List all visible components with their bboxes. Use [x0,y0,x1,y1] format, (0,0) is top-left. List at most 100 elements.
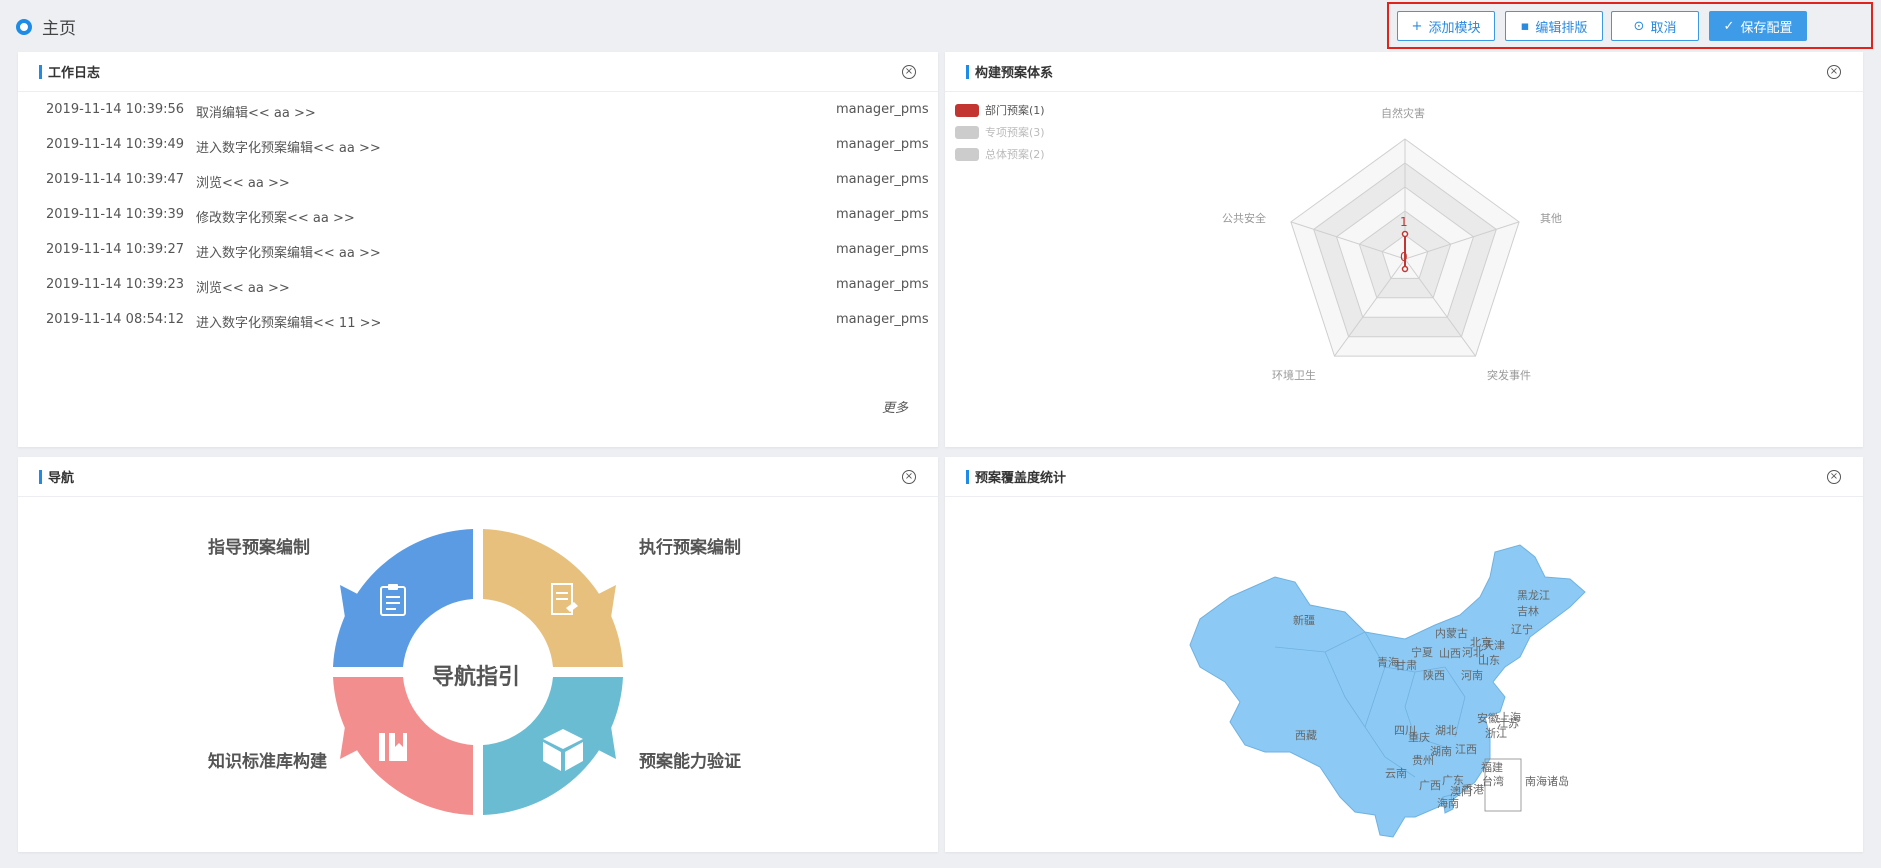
log-action[interactable]: 进入数字化预案编辑<< 11 >> [196,312,696,331]
log-action[interactable]: 浏览<< aa >> [196,277,696,296]
province-label[interactable]: 吉林 [1517,603,1539,619]
edit-layout-label: 编辑排版 [1535,20,1588,36]
province-label[interactable]: 安徽 [1477,710,1499,726]
layout-icon: ▪ [1520,18,1530,34]
breadcrumb: 主页 [16,14,76,39]
cancel-button[interactable]: ⊙ 取消 [1611,11,1699,41]
log-user: manager_pms [836,312,929,327]
log-time: 2019-11-14 10:39:27 [46,242,185,257]
log-user: manager_pms [836,207,929,222]
log-user: manager_pms [836,277,929,292]
add-module-button[interactable]: + 添加模块 [1397,11,1495,41]
cancel-label: 取消 [1650,20,1677,36]
close-icon[interactable]: × [902,470,916,484]
log-time: 2019-11-14 10:39:49 [46,137,185,152]
nav-item-label[interactable]: 预案能力验证 [639,747,741,772]
log-time: 2019-11-14 08:54:12 [46,312,185,327]
nav-segment-verify[interactable] [483,677,623,815]
log-time: 2019-11-14 10:39:56 [46,102,185,117]
radar-title: 构建预案体系 [975,66,1054,81]
radar-point [1401,265,1409,273]
title-accent-bar [966,470,969,484]
log-action[interactable]: 进入数字化预案编辑<< aa >> [196,242,696,261]
province-label[interactable]: 甘肃 [1395,657,1417,673]
log-action[interactable]: 取消编辑<< aa >> [196,102,696,121]
cancel-circle-icon: ⊙ [1633,18,1645,34]
radar-header: 构建预案体系 × [945,52,1863,92]
radar-point [1401,230,1409,238]
nav-segment-guide[interactable] [333,529,473,667]
province-label[interactable]: 云南 [1385,765,1407,781]
nav-item-label[interactable]: 执行预案编制 [639,533,741,558]
province-label[interactable]: 浙江 [1485,725,1507,741]
province-label[interactable]: 内蒙古 [1435,625,1468,641]
close-icon[interactable]: × [1827,470,1841,484]
toolbar: + 添加模块 ▪ 编辑排版 ⊙ 取消 ✓ 保存配置 [1387,2,1873,49]
close-icon[interactable]: × [1827,65,1841,79]
title-accent-bar [39,470,42,484]
province-label[interactable]: 陕西 [1423,667,1445,683]
radar-indicator-label: 公共安全 [1222,212,1266,225]
log-user: manager_pms [836,242,929,257]
home-label[interactable]: 主页 [42,14,76,39]
province-label[interactable]: 海南 [1437,795,1459,811]
nav-segment-knowledge[interactable] [333,677,473,815]
radar-tick-label: 1 [1400,215,1408,229]
province-label[interactable]: 山西 [1439,645,1461,661]
navigation-title: 导航 [48,471,75,486]
radar-chart: 1 0 [1290,138,1520,357]
log-user: manager_pms [836,172,929,187]
radar-indicator-label: 环境卫生 [1272,369,1316,382]
china-map [1189,544,1586,838]
province-label[interactable]: 贵州 [1412,752,1434,768]
province-label[interactable]: 天津 [1483,637,1505,653]
edit-layout-button[interactable]: ▪ 编辑排版 [1505,11,1603,41]
province-label[interactable]: 江西 [1455,741,1477,757]
province-label[interactable]: 台湾 [1482,773,1504,789]
nav-item-label[interactable]: 知识标准库构建 [208,747,327,772]
navigation-header: 导航 × [18,457,938,497]
radar-indicator-label: 自然灾害 [1381,107,1425,120]
nav-item-label[interactable]: 指导预案编制 [208,533,310,558]
log-user: manager_pms [836,102,929,117]
log-time: 2019-11-14 10:39:23 [46,277,185,292]
log-action[interactable]: 进入数字化预案编辑<< aa >> [196,137,696,156]
add-module-label: 添加模块 [1428,20,1481,36]
book-icon [379,733,407,761]
coverage-title: 预案覆盖度统计 [975,471,1067,486]
coverage-header: 预案覆盖度统计 × [945,457,1863,497]
plus-icon: + [1411,18,1423,34]
province-label[interactable]: 上海 [1499,709,1521,725]
worklog-header: 工作日志 × [18,52,938,92]
coverage-panel: 预案覆盖度统计 × 黑龙江 吉林 辽宁 内蒙古 北京 天津 河北 山西 山东 宁夏 青海 甘肃 陕西 河南… [945,457,1863,852]
province-label[interactable]: 河南 [1461,667,1483,683]
navigation-panel: 导航 × 导航指引 指导预案编制 执行预案编制 知识标准库构建 预案能力验证 [18,457,938,852]
close-icon[interactable]: × [902,65,916,79]
province-label[interactable]: 重庆 [1408,729,1430,745]
province-label[interactable]: 黑龙江 [1517,587,1550,603]
check-icon: ✓ [1723,18,1735,34]
radar-indicator-label: 突发事件 [1487,369,1531,382]
radar-tick-label: 0 [1400,250,1408,264]
save-config-button[interactable]: ✓ 保存配置 [1709,11,1807,41]
province-label[interactable]: 湖北 [1435,722,1457,738]
province-label[interactable]: 广西 [1419,777,1441,793]
province-label[interactable]: 新疆 [1293,612,1315,628]
province-label[interactable]: 辽宁 [1511,621,1533,637]
nav-segment-execute[interactable] [483,529,623,667]
worklog-title: 工作日志 [48,66,101,81]
log-action[interactable]: 浏览<< aa >> [196,172,696,191]
province-label[interactable]: 西藏 [1295,727,1317,743]
radar-indicator-label: 其他 [1540,212,1562,225]
title-accent-bar [39,65,42,79]
save-config-label: 保存配置 [1740,20,1793,36]
title-accent-bar [966,65,969,79]
more-link[interactable]: 更多 [882,397,908,416]
home-icon [16,18,32,35]
log-action[interactable]: 修改数字化预案<< aa >> [196,207,696,226]
province-label[interactable]: 山东 [1478,652,1500,668]
province-label[interactable]: 南海诸岛 [1525,773,1569,789]
top-bar: 主页 + 添加模块 ▪ 编辑排版 ⊙ 取消 ✓ 保存配置 [0,0,1881,50]
log-user: manager_pms [836,137,929,152]
log-time: 2019-11-14 10:39:47 [46,172,185,187]
